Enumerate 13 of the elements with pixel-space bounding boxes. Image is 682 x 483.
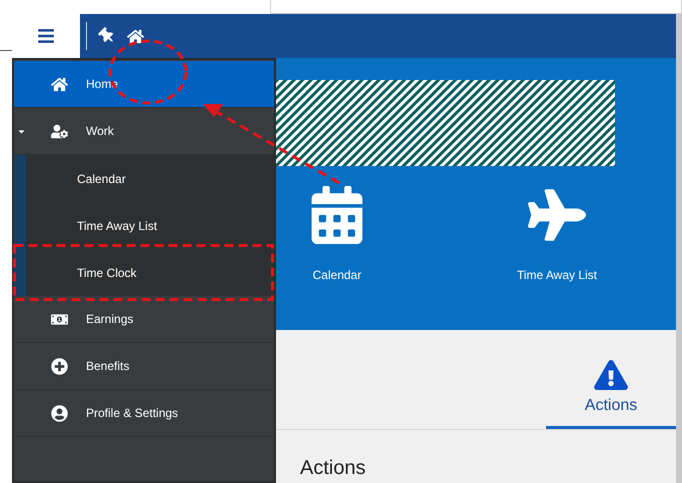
menu-icon bbox=[37, 27, 55, 45]
warning-icon bbox=[594, 360, 628, 390]
user-gear-icon bbox=[51, 122, 68, 140]
menu-label: Benefits bbox=[86, 358, 130, 375]
tile-label[interactable]: Calendar bbox=[312, 266, 362, 284]
airplane-icon[interactable] bbox=[528, 186, 586, 244]
home-icon[interactable] bbox=[127, 28, 144, 44]
menu-label: Earnings bbox=[86, 311, 134, 328]
menu-label: Work bbox=[86, 123, 114, 140]
section-heading: Actions bbox=[300, 457, 366, 479]
menu-label: Profile & Settings bbox=[86, 405, 178, 422]
home-icon bbox=[51, 76, 68, 92]
tile-label[interactable]: Time Away List bbox=[516, 266, 598, 284]
